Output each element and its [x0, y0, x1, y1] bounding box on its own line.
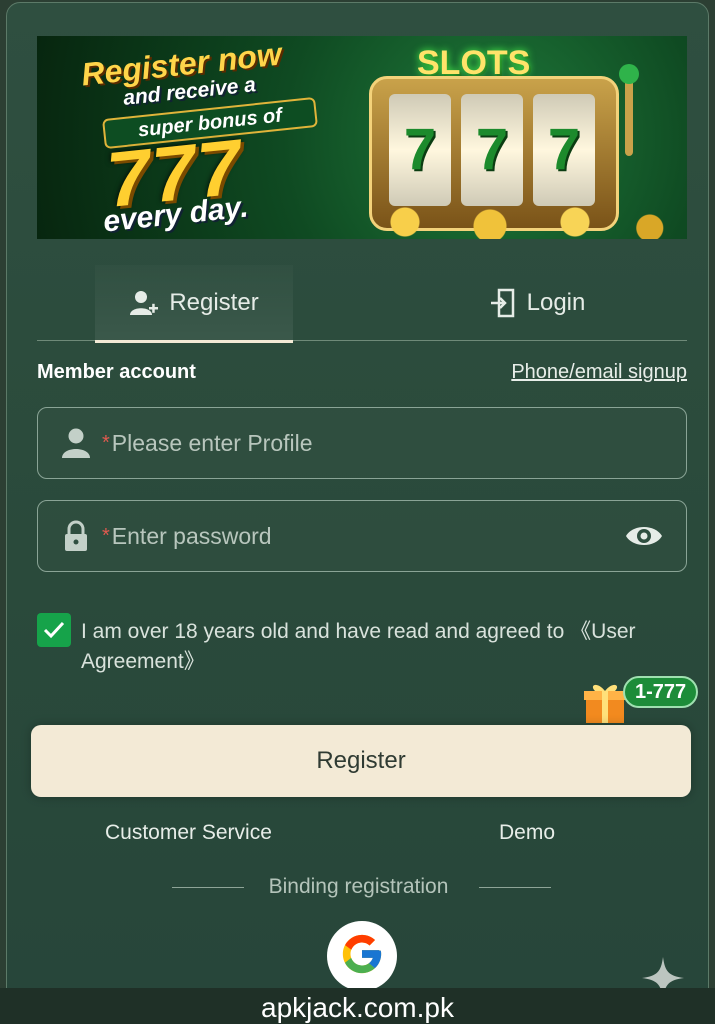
slot-reel: 7	[533, 94, 595, 206]
demo-link[interactable]: Demo	[499, 821, 555, 845]
form-header: Member account Phone/email signup	[37, 361, 687, 389]
slot-reel: 7	[389, 94, 451, 206]
check-icon	[43, 621, 65, 639]
slot-reel: 7	[461, 94, 523, 206]
username-input[interactable]	[111, 429, 686, 457]
divider-line	[479, 887, 551, 888]
lock-icon	[58, 520, 94, 552]
login-door-icon	[489, 288, 517, 318]
promo-banner[interactable]: SLOTS 7 7 7 Register now and receive a s…	[37, 36, 687, 239]
required-mark: *	[102, 431, 110, 454]
binding-divider: Binding registration	[7, 873, 708, 903]
customer-service-link[interactable]: Customer Service	[105, 821, 272, 845]
register-button[interactable]: Register	[31, 725, 691, 797]
username-field[interactable]: *	[37, 407, 687, 479]
required-mark: *	[102, 524, 110, 547]
google-icon	[339, 931, 385, 982]
register-modal: SLOTS 7 7 7 Register now and receive a s…	[6, 2, 709, 1002]
section-title: Member account	[37, 361, 196, 383]
google-login-button[interactable]	[327, 921, 397, 991]
phone-email-signup-link[interactable]: Phone/email signup	[511, 361, 687, 384]
watermark-footer: apkjack.com.pk	[0, 988, 715, 1024]
tab-register[interactable]: Register	[95, 265, 293, 343]
tab-login[interactable]: Login	[467, 265, 607, 341]
password-field[interactable]: *	[37, 500, 687, 572]
slot-lever-knob	[619, 64, 639, 84]
gift-box-icon[interactable]	[583, 679, 627, 725]
binding-label: Binding registration	[268, 875, 449, 898]
show-password-eye-icon[interactable]	[620, 516, 668, 556]
slot-lever	[625, 76, 633, 156]
agreement-text[interactable]: I am over 18 years old and have read and…	[81, 617, 681, 677]
agreement-checkbox[interactable]	[37, 613, 71, 647]
tab-register-label: Register	[169, 289, 259, 316]
gold-coins-image	[337, 206, 677, 239]
auth-tabs: Register Login	[37, 265, 687, 343]
bonus-badge: 1-777	[623, 676, 699, 708]
add-user-icon	[129, 289, 159, 317]
user-icon	[58, 427, 94, 459]
password-input[interactable]	[111, 522, 620, 550]
tab-login-label: Login	[526, 289, 586, 316]
